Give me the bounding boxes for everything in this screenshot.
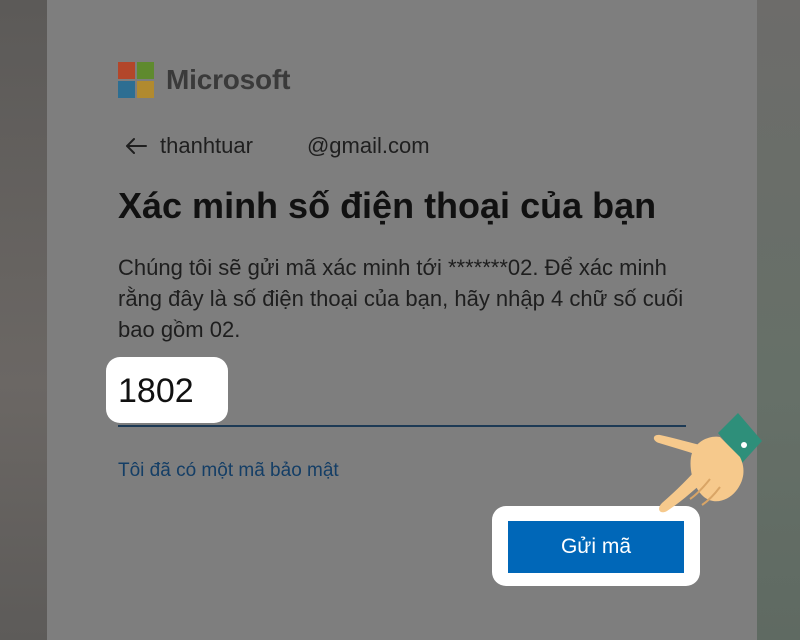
pointing-hand-icon: [653, 413, 762, 513]
background-right: [757, 0, 800, 640]
have-code-link[interactable]: Tôi đã có một mã bảo mật: [118, 460, 339, 482]
identity-banner: thanhtuar @gmail.com: [124, 133, 430, 159]
background-left: [0, 0, 47, 640]
identity-username: thanhtuar: [160, 133, 253, 158]
brand-name: Microsoft: [166, 64, 291, 95]
code-input-underline: [118, 425, 686, 427]
code-input[interactable]: [118, 368, 218, 414]
microsoft-logo-icon: [118, 62, 154, 98]
page-title: Xác minh số điện thoại của bạn: [118, 185, 657, 226]
send-code-button[interactable]: Gửi mã: [508, 521, 684, 573]
microsoft-logo: Microsoft: [118, 62, 290, 98]
arrow-left-icon[interactable]: [124, 136, 148, 156]
page-description: Chúng tôi sẽ gửi mã xác minh tới *******…: [118, 255, 684, 342]
identity-domain: @gmail.com: [306, 133, 430, 158]
